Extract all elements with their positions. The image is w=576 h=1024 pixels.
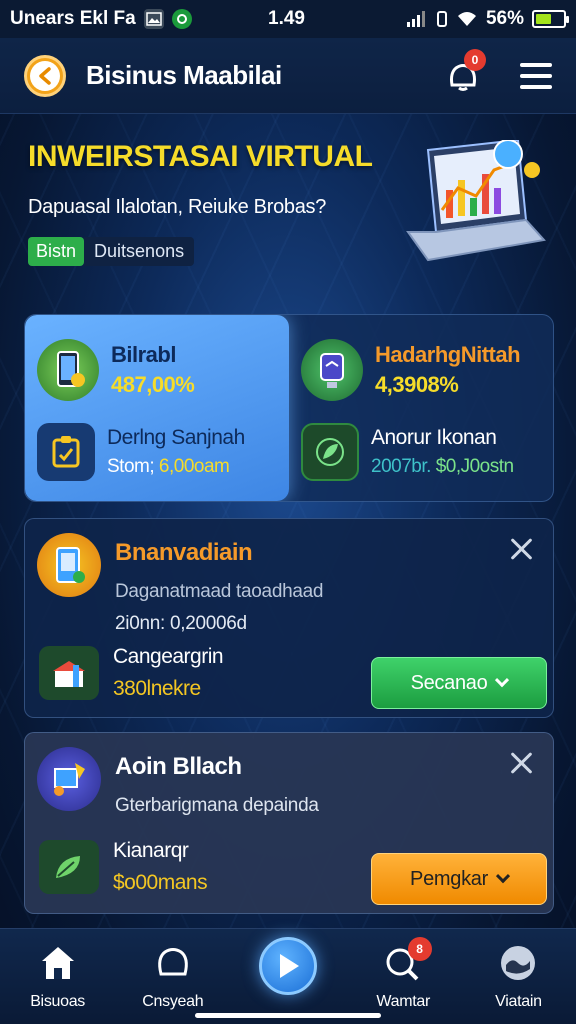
chat-icon — [151, 941, 195, 985]
nav-badge: 8 — [407, 937, 432, 961]
nav-item-play[interactable] — [230, 929, 345, 1024]
nav-item-home[interactable]: Bisuoas — [0, 929, 115, 1024]
vibrate-icon — [436, 11, 447, 27]
battery-percent: 56% — [485, 8, 524, 29]
app-header: Bisinus Maabilai 0 — [0, 38, 576, 114]
stats-card-left[interactable]: Bilrabl 487,00% Derlng Sanjnah Stom; 6,0… — [25, 315, 289, 501]
page-title: Bisinus Maabilai — [86, 60, 282, 90]
chevron-left-icon — [30, 60, 60, 91]
nav-item-profile[interactable]: Viatain — [461, 929, 576, 1024]
profile-icon — [496, 941, 540, 985]
chevron-down-icon — [495, 673, 510, 688]
notification-badge: 0 — [464, 48, 486, 71]
gallery-icon — [143, 9, 164, 29]
status-bar: Unears Ekl Fa 1.49 56% — [0, 0, 576, 38]
stat-left-sub-value: 6,00oam — [158, 456, 230, 477]
gift-apps-icon — [37, 747, 101, 811]
mobile-app-icon — [37, 533, 101, 597]
feature-card-2[interactable]: Aoin Bllach Gterbarigmana depainda Kiana… — [24, 732, 554, 914]
card2-bottom-title: Kianarqr — [113, 839, 189, 862]
leaf-app-icon — [39, 840, 99, 894]
nav-label-profile: Viatain — [495, 993, 542, 1010]
home-indicator[interactable] — [195, 1013, 381, 1018]
status-left-text: Unears Ekl Fa — [10, 8, 136, 29]
card2-subtitle: Gterbarigmana depainda — [115, 795, 319, 816]
clipboard-icon — [37, 423, 95, 481]
stat-right-subtitle: Anorur Ikonan — [371, 426, 497, 449]
card2-button-label: Pemgkar — [410, 867, 488, 890]
play-icon — [280, 954, 299, 978]
stat-left-subtitle: Derlng Sanjnah — [107, 426, 245, 449]
bottom-navigation: Bisuoas Cnsyeah 8 Wamtar Viatain — [0, 928, 576, 1024]
stat-right-sub-prefix: 2007br. — [371, 456, 431, 477]
card2-title: Aoin Bllach — [115, 753, 242, 780]
wifi-icon — [457, 12, 476, 26]
nav-label-watch: Wamtar — [376, 993, 431, 1010]
close-icon[interactable] — [509, 537, 533, 561]
nav-item-chat[interactable]: Cnsyeah — [115, 929, 230, 1024]
feature-card-1[interactable]: Bnanvadiain Daganatmaad taoadhaad 2i0nn:… — [24, 518, 554, 718]
status-time: 1.49 — [268, 8, 305, 29]
store-chart-icon — [39, 646, 99, 700]
stats-card-right[interactable]: HadarhgNittah 4,3908% Anorur Ikonan 2007… — [289, 315, 553, 501]
hero-banner: INWEIRSTASAI VIRTUAL Dapuasal Ilalotan, … — [28, 140, 548, 290]
app-notification-icon — [171, 9, 192, 29]
notifications-button[interactable]: 0 — [446, 48, 486, 93]
stat-right-sub-value: $0,J0ostn — [435, 456, 514, 477]
card1-action-button[interactable]: Secanao — [371, 657, 547, 709]
trophy-icon — [301, 339, 363, 401]
card1-meta: 2i0nn: 0,20006d — [115, 613, 247, 634]
card1-button-label: Secanao — [410, 671, 488, 694]
battery-icon — [532, 10, 569, 28]
stat-left-title: Bilrabl — [111, 342, 176, 367]
leaf-icon — [301, 423, 359, 481]
stat-right-title: HadarhgNittah — [375, 342, 521, 367]
card1-bottom-title: Cangeargrin — [113, 645, 224, 668]
laptop-chart-illustration — [406, 140, 546, 262]
card2-bottom-value: $o00mans — [113, 871, 208, 894]
stat-left-sub-prefix: Stom; — [107, 456, 155, 477]
card2-action-button[interactable]: Pemgkar — [371, 853, 547, 905]
phone-money-icon — [37, 339, 99, 401]
signal-icon — [406, 11, 425, 27]
play-button[interactable] — [259, 937, 317, 995]
chevron-down-icon — [495, 869, 511, 884]
nav-label-home: Bisuoas — [30, 993, 86, 1010]
nav-label-chat: Cnsyeah — [142, 993, 204, 1010]
close-icon[interactable] — [509, 751, 533, 775]
stat-left-value: 487,00% — [111, 372, 195, 397]
stats-panel: Bilrabl 487,00% Derlng Sanjnah Stom; 6,0… — [24, 314, 554, 502]
stat-right-value: 4,3908% — [375, 372, 459, 397]
hero-tag-green[interactable]: Bistn — [28, 237, 85, 266]
card1-bottom-value: 380lnekre — [113, 677, 201, 700]
home-icon — [36, 941, 80, 985]
card1-subtitle: Daganatmaad taoadhaad — [115, 581, 324, 602]
card1-title: Bnanvadiain — [115, 539, 253, 566]
nav-item-watch[interactable]: 8 Wamtar — [346, 929, 461, 1024]
hero-tag-dark[interactable]: Duitsenons — [84, 237, 195, 266]
back-button[interactable] — [24, 54, 66, 97]
menu-icon[interactable] — [520, 62, 552, 89]
